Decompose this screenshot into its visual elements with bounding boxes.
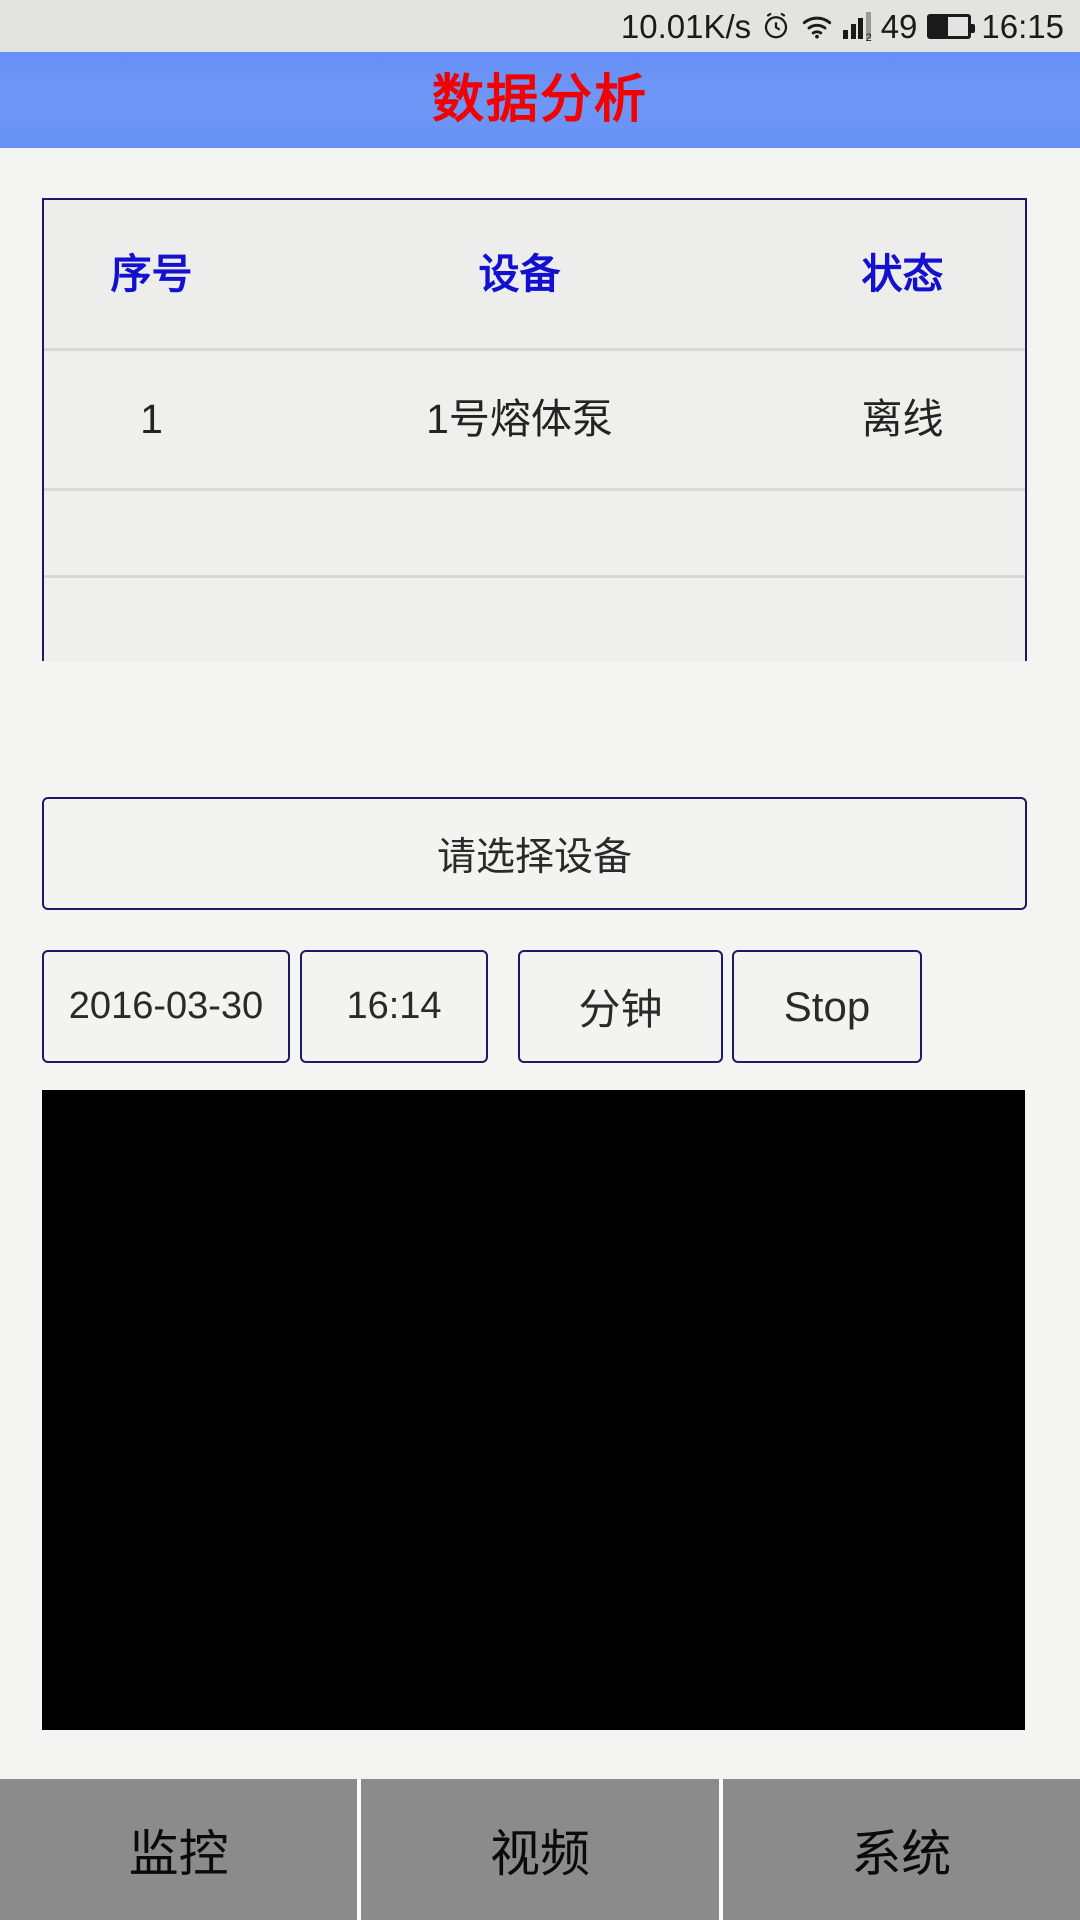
cell-state: 离线 [861, 396, 944, 442]
status-bar-items: 10.01K/s 2 49 16:15 [620, 7, 1064, 45]
start-stop-label: Stop [783, 982, 871, 1030]
nav-item-label: 视频 [489, 1825, 590, 1882]
column-header-device: 设备 [478, 250, 561, 297]
select-device-label: 请选择设备 [436, 835, 632, 879]
battery-icon [927, 13, 976, 39]
cell-device: 1号熔体泵 [426, 396, 613, 442]
app-root: 10.01K/s 2 49 16:15 数据分析 序号 设备 状态 1 1号熔体… [0, 0, 1080, 1920]
nav-item-system[interactable]: 系统 [722, 1779, 1080, 1920]
wifi-icon [801, 12, 833, 40]
status-bar: 10.01K/s 2 49 16:15 [0, 0, 1080, 52]
signal-bars-icon: 2 [843, 12, 872, 44]
nav-item-monitor[interactable]: 监控 [0, 1779, 358, 1920]
start-stop-button[interactable]: Stop [732, 950, 922, 1063]
page-title: 数据分析 [431, 71, 648, 129]
clock-label: 16:15 [981, 7, 1064, 45]
table-row-empty[interactable] [44, 578, 1025, 662]
table-header-row: 序号 设备 状态 [44, 200, 1025, 348]
sim-slot-label: 2 [865, 32, 872, 44]
date-picker-button[interactable]: 2016-03-30 [42, 950, 290, 1063]
column-header-state: 状态 [861, 250, 944, 297]
interval-unit-value: 分钟 [578, 986, 663, 1033]
interval-unit-button[interactable]: 分钟 [518, 950, 723, 1063]
control-row: 2016-03-30 16:14 分钟 Stop [42, 950, 1027, 1063]
cell-index: 1 [140, 396, 163, 442]
bottom-navigation: 监控 视频 系统 [0, 1779, 1080, 1920]
select-device-button[interactable]: 请选择设备 [42, 797, 1027, 910]
battery-percent-label: 49 [880, 7, 918, 45]
chart-canvas[interactable] [42, 1090, 1025, 1730]
table-row-empty[interactable] [44, 491, 1025, 575]
title-bar: 数据分析 [0, 52, 1080, 148]
device-table[interactable]: 序号 设备 状态 1 1号熔体泵 离线 [42, 198, 1027, 662]
date-value: 2016-03-30 [68, 985, 264, 1027]
time-picker-button[interactable]: 16:14 [300, 950, 488, 1063]
column-header-index: 序号 [110, 250, 193, 297]
nav-item-label: 系统 [851, 1825, 952, 1882]
time-value: 16:14 [346, 985, 442, 1027]
nav-item-label: 监控 [128, 1825, 229, 1882]
table-row[interactable]: 1 1号熔体泵 离线 [44, 351, 1025, 488]
network-speed-label: 10.01K/s [620, 7, 752, 45]
alarm-clock-icon [761, 11, 791, 41]
nav-item-video[interactable]: 视频 [361, 1779, 719, 1920]
